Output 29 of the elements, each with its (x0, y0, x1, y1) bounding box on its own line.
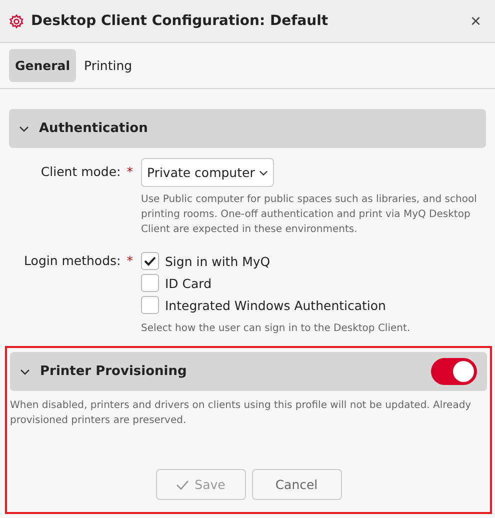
client-mode-select[interactable]: Private computer (141, 158, 274, 187)
checkbox-label: ID Card (165, 276, 212, 290)
section-title: Authentication (39, 121, 149, 136)
checkbox-label: Sign in with MyQ (165, 254, 270, 268)
section-header[interactable]: Authentication (9, 109, 486, 148)
checkbox[interactable] (141, 296, 159, 314)
checkbox[interactable] (141, 252, 159, 270)
description-text: When disabled, printers and drivers on clients using this profile will not be updated. Already provisioned printers are preserved. (10, 399, 472, 428)
chevron-icon[interactable] (20, 368, 30, 374)
caret-icon (258, 170, 268, 176)
checkbox[interactable] (141, 274, 159, 292)
window-title: Desktop Client Configuration: Default (31, 13, 330, 29)
gear-icon (9, 14, 24, 28)
required-mark: * (126, 164, 133, 179)
tab[interactable]: General (9, 49, 76, 82)
field-label: Login methods: (24, 253, 121, 268)
chevron-icon[interactable] (19, 126, 29, 132)
section-title: Printer Provisioning (40, 364, 188, 379)
help-text: Use Public computer for public spaces such as libraries, and school printing rooms. One-off authentication and print via MyQ Desktop Client are expected in these environments. (141, 193, 478, 237)
tab[interactable]: Printing (78, 49, 138, 82)
required-mark: * (126, 253, 133, 268)
help-text: Select how the user can sign in to the Desktop Client. (141, 322, 412, 336)
checkbox-label: Integrated Windows Authentication (165, 298, 386, 312)
close-button[interactable]: × (470, 10, 481, 32)
check-icon (176, 480, 189, 490)
field-label: Client mode: (40, 164, 121, 179)
toggle-switch[interactable] (431, 358, 477, 385)
cancel-button[interactable]: Cancel (252, 469, 342, 500)
section-header[interactable]: Printer Provisioning (10, 352, 487, 391)
